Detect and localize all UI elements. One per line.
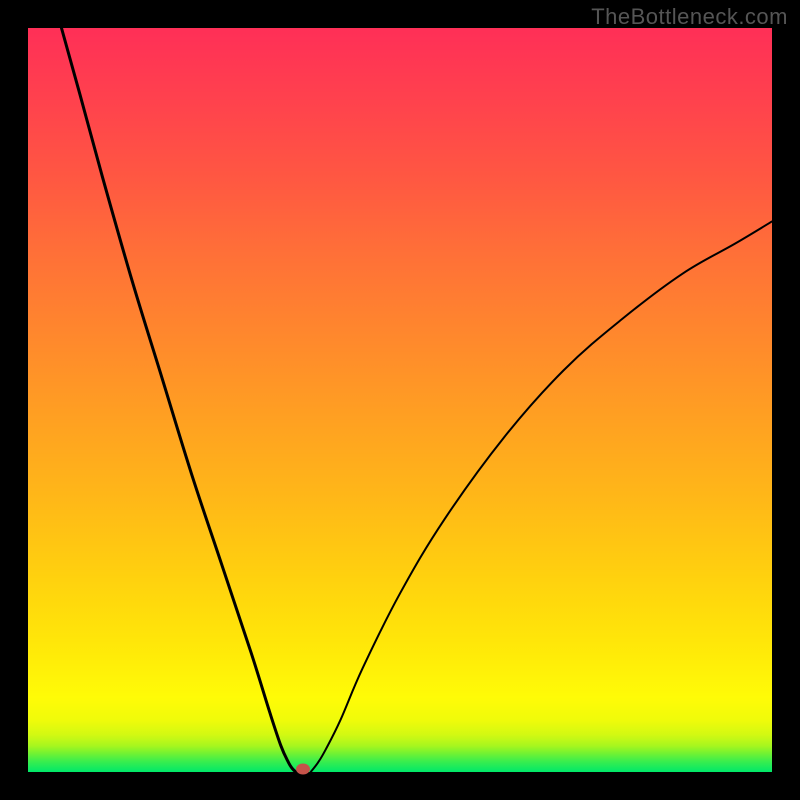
watermark-text: TheBottleneck.com [591, 4, 788, 30]
plot-area [28, 28, 772, 772]
minimum-dot [296, 764, 310, 775]
curve-svg [28, 28, 772, 772]
chart-container: TheBottleneck.com [0, 0, 800, 800]
left-curve [61, 28, 295, 772]
right-curve [311, 221, 772, 772]
